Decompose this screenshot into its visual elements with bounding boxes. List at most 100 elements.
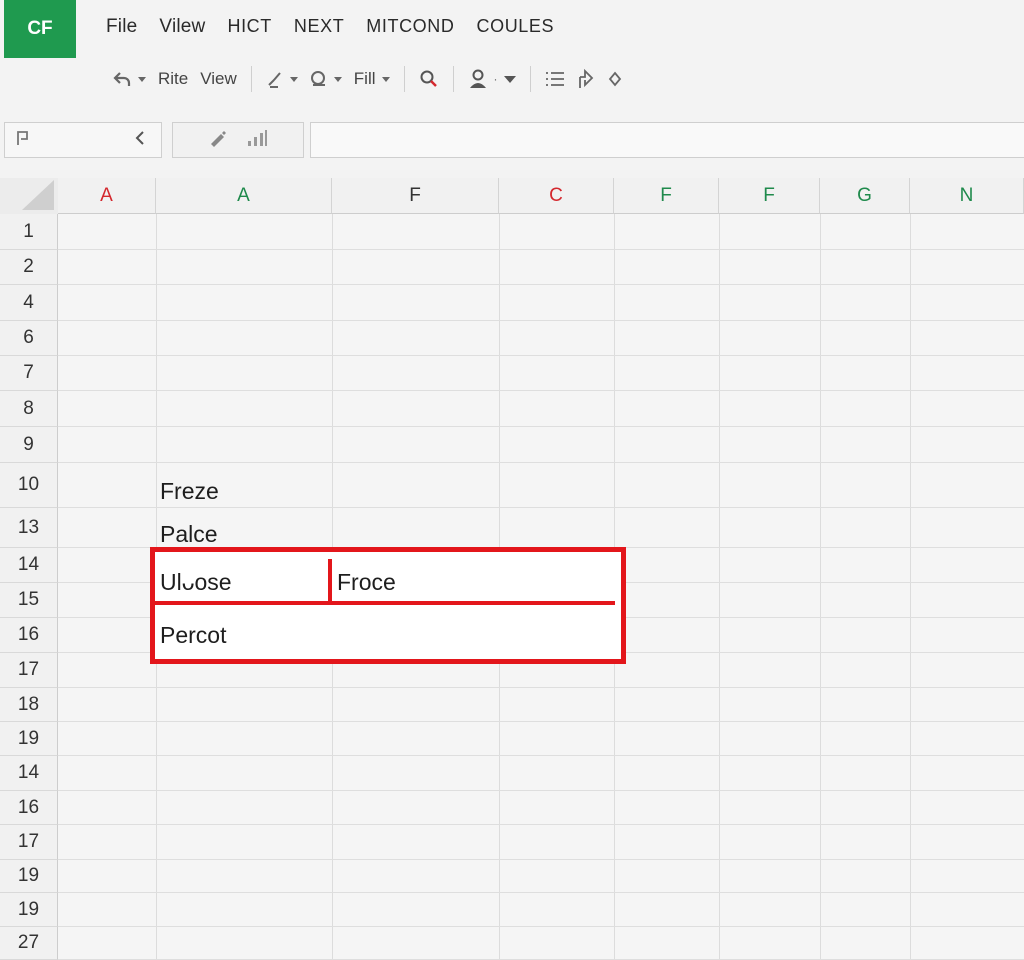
column-gridline (820, 214, 821, 960)
row-gridline (58, 755, 1024, 756)
chevron-down-icon (381, 76, 390, 82)
fill-button[interactable]: Fill (348, 64, 396, 94)
menu-next[interactable]: NEXT (294, 16, 344, 44)
share-icon (577, 69, 595, 89)
column-header[interactable]: N (910, 178, 1024, 214)
signal-bars-icon[interactable] (246, 129, 268, 152)
flag-icon (15, 129, 31, 152)
row-gridline (58, 926, 1024, 927)
row-gridline (58, 507, 1024, 508)
row-gridline (58, 892, 1024, 893)
cell-froce[interactable]: Froce (337, 569, 396, 596)
row-header[interactable]: 17 (0, 825, 58, 860)
chevron-down-icon (138, 76, 146, 82)
shape-icon (310, 70, 328, 88)
row-header[interactable]: 18 (0, 688, 58, 722)
column-header[interactable]: G (820, 178, 910, 214)
cell-percot[interactable]: Percot (160, 622, 226, 649)
row-header[interactable]: 13 (0, 508, 58, 548)
formula-tools (172, 122, 304, 158)
name-box[interactable] (4, 122, 162, 158)
diamond-button[interactable] (601, 64, 629, 94)
user-button[interactable]: · (462, 64, 522, 94)
row-header[interactable]: 2 (0, 250, 58, 285)
chevron-down-icon (289, 76, 298, 82)
column-header[interactable]: A (58, 178, 156, 214)
app-logo[interactable]: CF (4, 0, 76, 58)
column-gridline (719, 214, 720, 960)
row-gridline (58, 426, 1024, 427)
column-gridline (910, 214, 911, 960)
row-header[interactable]: 19 (0, 860, 58, 893)
diamond-icon (607, 71, 623, 87)
toolbar: Rite View Fill · (106, 62, 629, 96)
formula-input[interactable] (310, 122, 1024, 158)
row-header[interactable]: 1 (0, 214, 58, 250)
menu-file[interactable]: File (106, 16, 137, 44)
shape-button[interactable] (304, 64, 348, 94)
search-icon (419, 69, 439, 89)
chevron-down-icon (333, 76, 342, 82)
toolbar-divider (403, 66, 405, 92)
cell-palce[interactable]: Palce (160, 521, 218, 548)
brush-button[interactable] (260, 64, 304, 94)
column-header[interactable]: A (156, 178, 332, 214)
row-gridline (58, 790, 1024, 791)
undo-icon (112, 70, 132, 88)
selection-divider (328, 559, 332, 605)
toolbar-divider (250, 66, 252, 92)
row-header[interactable]: 7 (0, 356, 58, 391)
row-header[interactable]: 14 (0, 756, 58, 791)
share-button[interactable] (571, 64, 601, 94)
row-gridline (58, 859, 1024, 860)
selection-divider (155, 601, 615, 605)
row-gridline (58, 249, 1024, 250)
column-header[interactable]: F (332, 178, 499, 214)
search-button[interactable] (413, 64, 445, 94)
row-header[interactable]: 10 (0, 463, 58, 508)
user-icon (468, 69, 490, 89)
cell-ulcose[interactable]: Ulᴗose (160, 569, 232, 596)
row-header[interactable]: 19 (0, 722, 58, 756)
row-gridline (58, 721, 1024, 722)
row-header[interactable]: 8 (0, 391, 58, 427)
list-button[interactable] (539, 64, 571, 94)
column-header[interactable]: F (614, 178, 719, 214)
column-header[interactable]: C (499, 178, 614, 214)
row-gridline (58, 320, 1024, 321)
row-gridline (58, 390, 1024, 391)
dot-separator: · (493, 72, 498, 86)
row-gridline (58, 462, 1024, 463)
spreadsheet-grid: AAFCFFGN 1 2 4 6 7 8 9 10 13 14 15 16 17 18 19 14 16 17 19… (0, 178, 1024, 960)
pencil-icon[interactable] (208, 129, 228, 152)
row-header[interactable]: 16 (0, 618, 58, 653)
column-header[interactable]: F (719, 178, 820, 214)
list-icon (545, 71, 565, 87)
menu-coules[interactable]: COULES (477, 16, 555, 44)
row-gridline (58, 355, 1024, 356)
chevron-down-icon (503, 75, 516, 83)
row-header[interactable]: 27 (0, 927, 58, 960)
select-all-corner[interactable] (0, 178, 58, 214)
chevron-left-icon[interactable] (133, 130, 147, 151)
row-header[interactable]: 9 (0, 427, 58, 463)
paint-brush-icon (266, 70, 284, 88)
undo-button[interactable] (106, 64, 152, 94)
row-header[interactable]: 15 (0, 583, 58, 618)
cell-freeze[interactable]: Freze (160, 478, 219, 505)
row-header[interactable]: 16 (0, 791, 58, 825)
menu-hict[interactable]: HICT (227, 16, 271, 44)
rite-button[interactable]: Rite (152, 64, 194, 94)
menu-view[interactable]: Vilew (159, 16, 205, 44)
row-header[interactable]: 17 (0, 653, 58, 688)
row-header[interactable]: 14 (0, 548, 58, 583)
menu-mitcond[interactable]: MITCOND (366, 16, 454, 44)
fill-label: Fill (353, 69, 376, 88)
row-header[interactable]: 6 (0, 321, 58, 356)
menu-bar: File Vilew HICT NEXT MITCOND COULES (106, 16, 576, 44)
row-header[interactable]: 4 (0, 285, 58, 321)
row-header[interactable]: 19 (0, 893, 58, 927)
toolbar-divider (529, 66, 531, 92)
view-button[interactable]: View (194, 64, 243, 94)
row-gridline (58, 824, 1024, 825)
